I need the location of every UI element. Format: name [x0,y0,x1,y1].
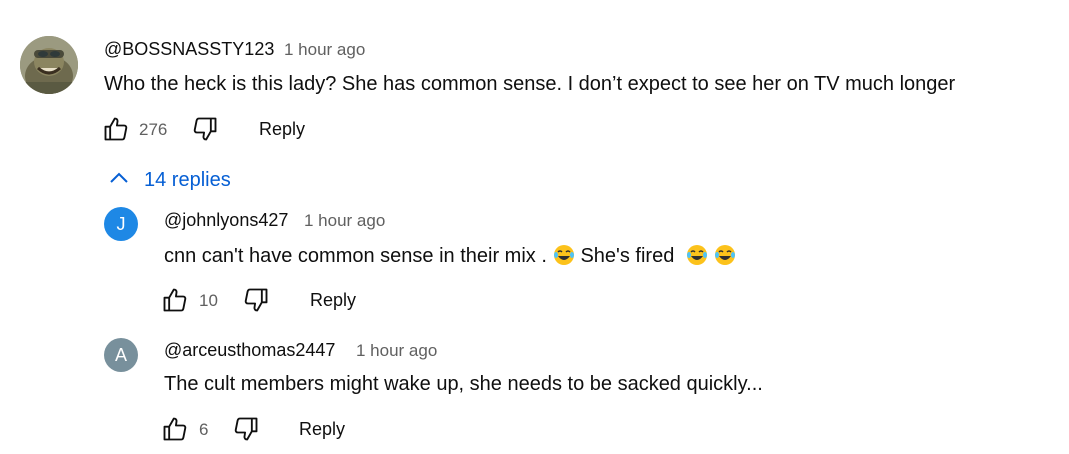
thumbs-up-icon [163,288,187,312]
thumbs-up-icon [163,417,187,441]
laughing-emoji-icon [714,245,735,265]
thumbs-up-icon [104,117,128,141]
chevron-up-icon [110,172,128,183]
thumbs-down-icon [193,117,217,141]
reply-button[interactable]: Reply [259,119,305,140]
laughing-emoji-icon [686,245,707,265]
like-count: 10 [199,291,218,310]
reply-author[interactable]: @arceusthomas2447 [164,340,335,361]
dislike-button[interactable] [190,115,220,148]
thumbs-down-icon [244,288,268,312]
comment-text: Who the heck is this lady? She has commo… [104,73,956,95]
comment-timestamp[interactable]: 1 hour ago [284,40,365,60]
reply-text-part: She's fired [574,245,680,267]
avatar-letter: J [116,213,126,234]
like-count: 6 [199,420,209,439]
laughing-emoji-icon [553,245,574,265]
comment-author[interactable]: @BOSSNASSTY123 [104,39,274,60]
reply-timestamp[interactable]: 1 hour ago [356,341,437,361]
like-button[interactable] [101,115,131,148]
reply-text-part: cnn can't have common sense in their mix… [164,245,547,267]
reply-button[interactable]: Reply [310,290,356,311]
reply-text: The cult members might wake up, she need… [164,373,763,395]
like-button[interactable] [160,286,190,319]
dislike-button[interactable] [231,415,261,448]
reply-avatar[interactable]: J [104,207,138,241]
reply-button[interactable]: Reply [299,419,345,440]
reply-timestamp[interactable]: 1 hour ago [304,211,385,231]
like-count: 276 [139,120,168,139]
like-button[interactable] [160,415,190,448]
avatar-letter: A [114,344,127,365]
avatar[interactable] [20,36,78,94]
thumbs-down-icon [234,417,258,441]
replies-toggle-button[interactable]: 14 replies [108,169,231,192]
avatar-image [20,36,78,94]
dislike-button[interactable] [241,286,271,319]
replies-toggle-label: 14 replies [144,169,231,191]
reply-text: cnn can't have common sense in their mix… [164,244,736,268]
reply-author[interactable]: @johnlyons427 [164,210,288,231]
reply-avatar[interactable]: A [104,338,138,372]
